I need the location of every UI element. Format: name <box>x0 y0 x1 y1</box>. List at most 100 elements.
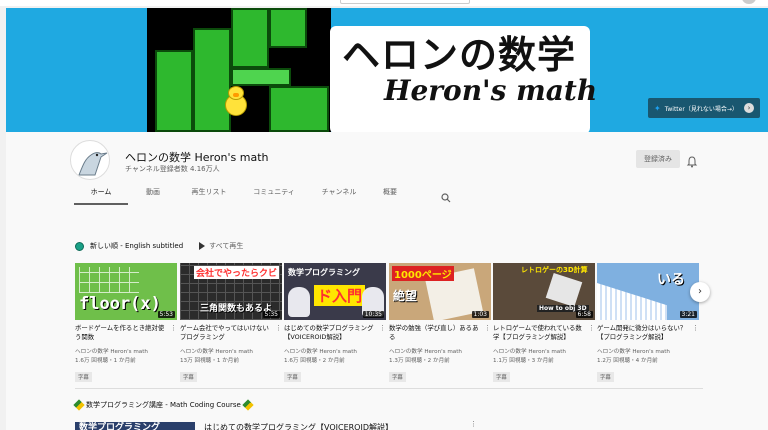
banner-block <box>269 86 329 132</box>
video-card[interactable]: 会社でやったらクビ 三角関数もあるよ 5:35 ゲーム会社でやってはいけないプロ… <box>180 263 282 383</box>
video-shelf: floor(x) 5:53 ボードゲームを作るとき絶対使う関数 ⋮ ヘロンの数学… <box>75 263 705 383</box>
banner-block <box>155 50 193 132</box>
more-options-icon[interactable]: ⋮ <box>470 420 477 428</box>
masthead-strip <box>0 0 768 6</box>
globe-icon <box>75 241 84 251</box>
video-title[interactable]: はじめての数学プログラミング【VOICEROID解説】 <box>284 324 386 342</box>
subtitle-badge: 字幕 <box>180 372 197 382</box>
subtitle-badge: 字幕 <box>389 372 406 382</box>
shelf-title[interactable]: 新しい順 - English subtitled <box>90 241 183 251</box>
chevron-right-icon[interactable]: › <box>690 282 710 302</box>
account-avatar[interactable] <box>742 0 756 4</box>
video-duration: 6:58 <box>575 311 593 318</box>
video-duration: 10:35 <box>362 311 384 318</box>
video-thumbnail[interactable]: 1000ページ 絶望 1:03 <box>389 263 491 320</box>
banner-block <box>193 28 231 132</box>
play-icon <box>199 242 206 250</box>
search-box[interactable] <box>340 0 470 4</box>
video-channel[interactable]: ヘロンの数学 Heron's math <box>75 347 177 355</box>
tab-about[interactable]: 概要 <box>370 183 410 205</box>
thumbnail-caption: 数学プログラミング <box>288 268 360 277</box>
video-meta: 1.3万 回視聴・2 か月前 <box>389 358 450 364</box>
video-thumbnail[interactable]: 数学プログラミング <box>75 422 195 430</box>
beginner-leaf-icon <box>242 399 254 411</box>
beginner-leaf-icon <box>73 399 85 411</box>
video-thumbnail[interactable]: 会社でやったらクビ 三角関数もあるよ 5:35 <box>180 263 282 320</box>
video-card[interactable]: 1000ページ 絶望 1:03 数学の勉強（学び直し）あるある ⋮ ヘロンの数学… <box>389 263 491 383</box>
channel-avatar[interactable] <box>70 140 110 180</box>
video-channel[interactable]: ヘロンの数学 Heron's math <box>597 347 699 355</box>
video-channel[interactable]: ヘロンの数学 Heron's math <box>493 347 595 355</box>
subscribe-button[interactable]: 登録済み <box>636 150 680 168</box>
thumbnail-caption: floor(x) <box>79 294 161 314</box>
more-options-icon[interactable]: ⋮ <box>170 324 177 332</box>
video-channel[interactable]: ヘロンの数学 Heron's math <box>389 347 491 355</box>
link-arrow-icon: › <box>744 103 754 113</box>
banner-subtitle: Heron's math <box>384 74 598 107</box>
channel-name: ヘロンの数学 Heron's math <box>125 151 269 164</box>
banner-block <box>269 8 307 48</box>
thumbnail-caption-2: 三角関数もあるよ <box>200 304 273 314</box>
thumbnail-caption: 1000ページ <box>392 266 454 281</box>
chick-mascot <box>223 86 249 116</box>
video-title[interactable]: レトロゲームで使われている数学【プログラミング解説】 <box>493 324 595 342</box>
video-channel[interactable]: ヘロンの数学 Heron's math <box>284 347 386 355</box>
twitter-link-label: Twitter（見れない場合→） <box>664 105 738 113</box>
subtitle-badge: 字幕 <box>75 372 92 382</box>
video-meta: 1.6万 回視聴・2 か月前 <box>284 358 345 364</box>
video-meta: 13万 回視聴・1 か月前 <box>180 358 239 364</box>
subscriber-count: チャンネル登録者数 4.16万人 <box>125 165 220 173</box>
banner-block <box>231 68 291 86</box>
thumbnail-caption-2: ド入門 <box>314 285 366 306</box>
video-duration: 3:21 <box>679 311 697 318</box>
more-options-icon[interactable]: ⋮ <box>379 324 386 332</box>
subtitle-badge: 字幕 <box>284 372 301 382</box>
video-thumbnail[interactable]: 数学プログラミング ド入門 10:35 <box>284 263 386 320</box>
video-duration: 5:35 <box>262 311 280 318</box>
play-all-button[interactable]: すべて再生 <box>199 241 243 251</box>
video-meta: 1.1万 回視聴・3 か月前 <box>493 358 554 364</box>
search-icon[interactable] <box>441 188 451 203</box>
video-channel[interactable]: ヘロンの数学 Heron's math <box>180 347 282 355</box>
subtitle-badge: 字幕 <box>597 372 614 382</box>
thumbnail-caption-2: 絶望 <box>393 289 418 303</box>
video-card[interactable]: floor(x) 5:53 ボードゲームを作るとき絶対使う関数 ⋮ ヘロンの数学… <box>75 263 177 383</box>
banner-art <box>147 8 331 132</box>
video-title[interactable]: ゲーム会社でやってはいけないプログラミング <box>180 324 282 342</box>
video-thumbnail[interactable]: レトロゲーの3D計算 How to obj 3D 6:58 <box>493 263 595 320</box>
more-options-icon[interactable]: ⋮ <box>588 324 595 332</box>
video-duration: 5:53 <box>157 311 175 318</box>
thumbnail-caption: 会社でやったらクビ <box>194 266 280 279</box>
channel-tabs: ホーム 動画 再生リスト コミュニティ チャンネル 概要 <box>74 183 410 205</box>
twitter-link[interactable]: ✦ Twitter（見れない場合→） › <box>648 98 760 118</box>
tab-videos[interactable]: 動画 <box>128 183 178 205</box>
banner-title: ヘロンの数学 <box>342 33 577 77</box>
more-options-icon[interactable]: ⋮ <box>692 324 699 332</box>
video-title[interactable]: ゲーム開発に微分はいらない？【プログラミング解説】 <box>597 324 699 342</box>
video-duration: 1:03 <box>471 311 489 318</box>
banner-block <box>231 8 269 68</box>
more-options-icon[interactable]: ⋮ <box>275 324 282 332</box>
video-thumbnail[interactable]: floor(x) 5:53 <box>75 263 177 320</box>
shelf-divider <box>75 388 703 389</box>
video-meta: 1.6万 回視聴・1 か月前 <box>75 358 136 364</box>
tab-channels[interactable]: チャンネル <box>308 183 370 205</box>
tab-community[interactable]: コミュニティ <box>240 183 308 205</box>
video-title[interactable]: はじめての数学プログラミング【VOICEROID解説】 <box>204 422 393 430</box>
twitter-icon: ✦ <box>654 103 661 113</box>
video-title[interactable]: 数学の勉強（学び直し）あるある <box>389 324 491 342</box>
shelf-title-2[interactable]: 数学プログラミング講座 - Math Coding Course <box>86 400 241 410</box>
video-card[interactable]: 数学プログラミング ド入門 10:35 はじめての数学プログラミング【VOICE… <box>284 263 386 383</box>
more-options-icon[interactable]: ⋮ <box>484 324 491 332</box>
thumbnail-caption: いる <box>657 272 685 288</box>
subtitle-badge: 字幕 <box>493 372 510 382</box>
video-card[interactable]: いる 3:21 ゲーム開発に微分はいらない？【プログラミング解説】 ⋮ ヘロンの… <box>597 263 699 383</box>
video-title[interactable]: ボードゲームを作るとき絶対使う関数 <box>75 324 177 342</box>
video-thumbnail[interactable]: いる 3:21 <box>597 263 699 320</box>
bell-icon[interactable] <box>686 153 698 168</box>
tab-home[interactable]: ホーム <box>74 183 128 205</box>
play-all-label: すべて再生 <box>209 242 244 250</box>
shelf-header-2: 数学プログラミング講座 - Math Coding Course <box>73 399 254 411</box>
video-card[interactable]: レトロゲーの3D計算 How to obj 3D 6:58 レトロゲームで使われ… <box>493 263 595 383</box>
tab-playlists[interactable]: 再生リスト <box>178 183 240 205</box>
